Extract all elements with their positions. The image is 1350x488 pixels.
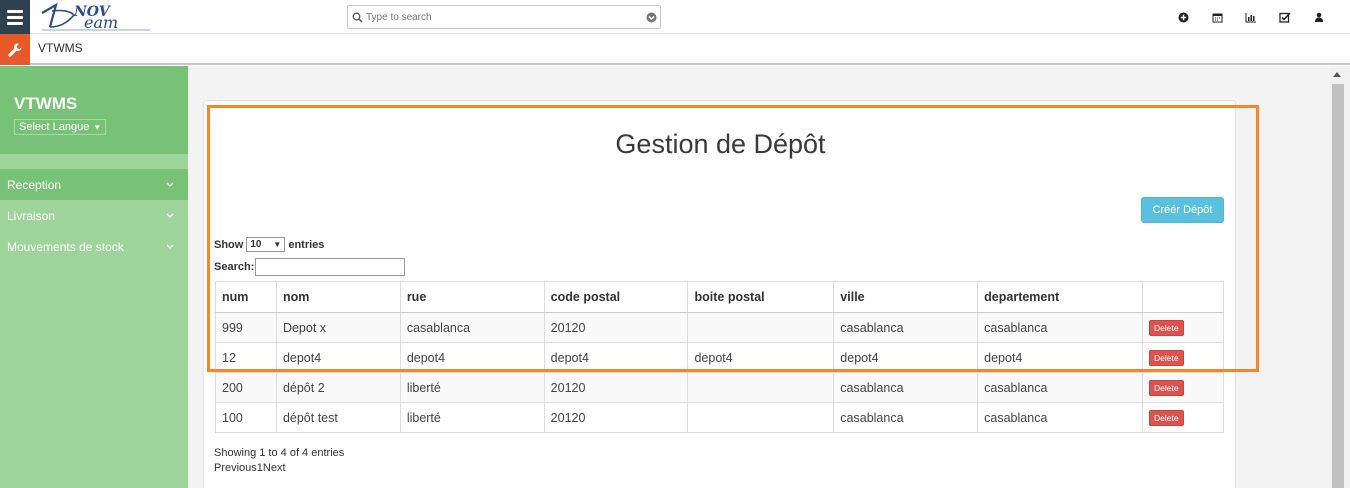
- caret-down-icon: ▼: [93, 122, 102, 132]
- user-icon[interactable]: [1302, 9, 1336, 25]
- main-content: Gestion de Dépôt Créér Dépôt Show 10 ▼ e…: [188, 66, 1330, 488]
- page-title: Gestion de Dépôt: [615, 129, 826, 159]
- column-header[interactable]: num: [215, 281, 277, 313]
- top-bar: NOV eam: [0, 0, 1350, 34]
- cell-boite-postal: [687, 372, 835, 403]
- menu-icon[interactable]: [0, 0, 30, 34]
- column-header[interactable]: nom: [275, 281, 401, 313]
- language-select-label: Select Langue: [19, 121, 90, 133]
- cell-nom: depot4: [275, 342, 401, 373]
- cell-ville: casablanca: [833, 402, 979, 433]
- pagination[interactable]: Previous1Next: [214, 462, 286, 474]
- table-row: 12 depot4 depot4 depot4 depot4 depot4 de…: [215, 342, 1224, 373]
- cell-actions: Delete: [1142, 372, 1224, 403]
- table-row: 200 dépôt 2 liberté 20120 casablanca cas…: [215, 372, 1224, 403]
- cell-num: 999: [215, 312, 277, 343]
- cell-departement: casablanca: [977, 402, 1143, 433]
- sidebar-title: VTWMS: [14, 94, 78, 113]
- plus-circle-icon[interactable]: [1166, 9, 1200, 25]
- cell-ville: casablanca: [833, 372, 979, 403]
- cell-rue: depot4: [399, 342, 545, 373]
- table-info: Showing 1 to 4 of 4 entries: [214, 447, 345, 459]
- language-select[interactable]: Select Langue ▼: [14, 119, 107, 135]
- scroll-up-arrow-icon[interactable]: [1333, 72, 1341, 77]
- cell-nom: Depot x: [275, 312, 401, 343]
- cell-code-postal: depot4: [543, 342, 689, 373]
- chevron-down-icon: [166, 177, 174, 191]
- cell-num: 100: [215, 402, 277, 433]
- cell-num: 200: [215, 372, 277, 403]
- wrench-icon[interactable]: [0, 34, 30, 65]
- search-icon: [348, 6, 366, 28]
- sidebar-item-mouvements[interactable]: Mouvements de stock: [0, 231, 188, 262]
- entries-select[interactable]: 10 ▼: [246, 237, 286, 252]
- cell-departement: casablanca: [977, 312, 1143, 343]
- cell-nom: dépôt test: [275, 402, 401, 433]
- chevron-down-icon: [166, 239, 174, 253]
- column-header[interactable]: ville: [833, 281, 979, 313]
- entries-label: entries: [288, 238, 325, 251]
- table-filter: Search:: [214, 258, 406, 276]
- breadcrumb[interactable]: VTWMS: [38, 41, 83, 55]
- search-label: Search:: [214, 261, 255, 273]
- cell-actions: Delete: [1142, 342, 1224, 373]
- column-header[interactable]: departement: [977, 281, 1143, 313]
- sidebar-item-label: Livraison: [7, 209, 56, 223]
- global-search[interactable]: [347, 5, 661, 29]
- column-header[interactable]: rue: [399, 281, 545, 313]
- length-control: Show 10 ▼ entries: [214, 237, 324, 252]
- cell-ville: depot4: [833, 342, 979, 373]
- cell-departement: depot4: [977, 342, 1143, 373]
- table-row: 999 Depot x casablanca 20120 casablanca …: [215, 312, 1224, 343]
- cell-departement: casablanca: [977, 372, 1143, 403]
- cell-boite-postal: depot4: [687, 342, 835, 373]
- cell-actions: Delete: [1142, 312, 1224, 343]
- chevron-down-icon: [166, 208, 174, 222]
- sub-header: VTWMS: [0, 34, 1350, 65]
- cell-boite-postal: [687, 402, 835, 433]
- checkbox-icon[interactable]: [1268, 9, 1302, 25]
- depot-table: num nom rue code postal boite postal vil…: [215, 281, 1224, 433]
- company-logo[interactable]: NOV eam: [38, 1, 153, 33]
- cell-rue: liberté: [399, 372, 545, 403]
- sidebar-item-label: Reception: [7, 178, 62, 192]
- cell-actions: Delete: [1142, 402, 1224, 433]
- sidebar-header: VTWMS Select Langue ▼: [0, 66, 188, 154]
- chevron-down-circle-icon[interactable]: [642, 12, 660, 23]
- sidebar-item-reception[interactable]: Reception: [0, 169, 188, 200]
- delete-button[interactable]: Delete: [1149, 319, 1184, 336]
- delete-button[interactable]: Delete: [1149, 349, 1184, 366]
- create-depot-button[interactable]: Créér Dépôt: [1141, 197, 1224, 223]
- cell-rue: liberté: [399, 402, 545, 433]
- depot-card: Gestion de Dépôt Créér Dépôt Show 10 ▼ e…: [203, 100, 1236, 488]
- cell-code-postal: 20120: [543, 402, 689, 433]
- table-search-input[interactable]: [255, 258, 406, 276]
- entries-value: 10: [250, 239, 262, 250]
- delete-button[interactable]: Delete: [1149, 409, 1184, 426]
- delete-button[interactable]: Delete: [1149, 379, 1184, 396]
- scrollbar-thumb[interactable]: [1332, 84, 1344, 488]
- cell-boite-postal: [687, 312, 835, 343]
- sidebar: VTWMS Select Langue ▼ Reception Livraiso…: [0, 66, 188, 488]
- column-header[interactable]: boite postal: [687, 281, 835, 313]
- sidebar-item-label: Mouvements de stock: [7, 240, 124, 254]
- sidebar-item-livraison[interactable]: Livraison: [0, 200, 188, 231]
- column-header: [1142, 281, 1224, 313]
- cell-code-postal: 20120: [543, 312, 689, 343]
- bar-chart-icon[interactable]: [1234, 9, 1268, 25]
- cell-nom: dépôt 2: [275, 372, 401, 403]
- show-label: Show: [214, 238, 244, 251]
- column-header[interactable]: code postal: [543, 281, 689, 313]
- table-header-row: num nom rue code postal boite postal vil…: [215, 281, 1224, 313]
- caret-down-icon: ▼: [273, 240, 282, 249]
- cell-rue: casablanca: [399, 312, 545, 343]
- table-row: 100 dépôt test liberté 20120 casablanca …: [215, 402, 1224, 433]
- search-input[interactable]: [366, 7, 642, 27]
- svg-text:eam: eam: [84, 13, 118, 32]
- calendar-icon[interactable]: [1200, 9, 1234, 25]
- cell-code-postal: 20120: [543, 372, 689, 403]
- cell-ville: casablanca: [833, 312, 979, 343]
- cell-num: 12: [215, 342, 277, 373]
